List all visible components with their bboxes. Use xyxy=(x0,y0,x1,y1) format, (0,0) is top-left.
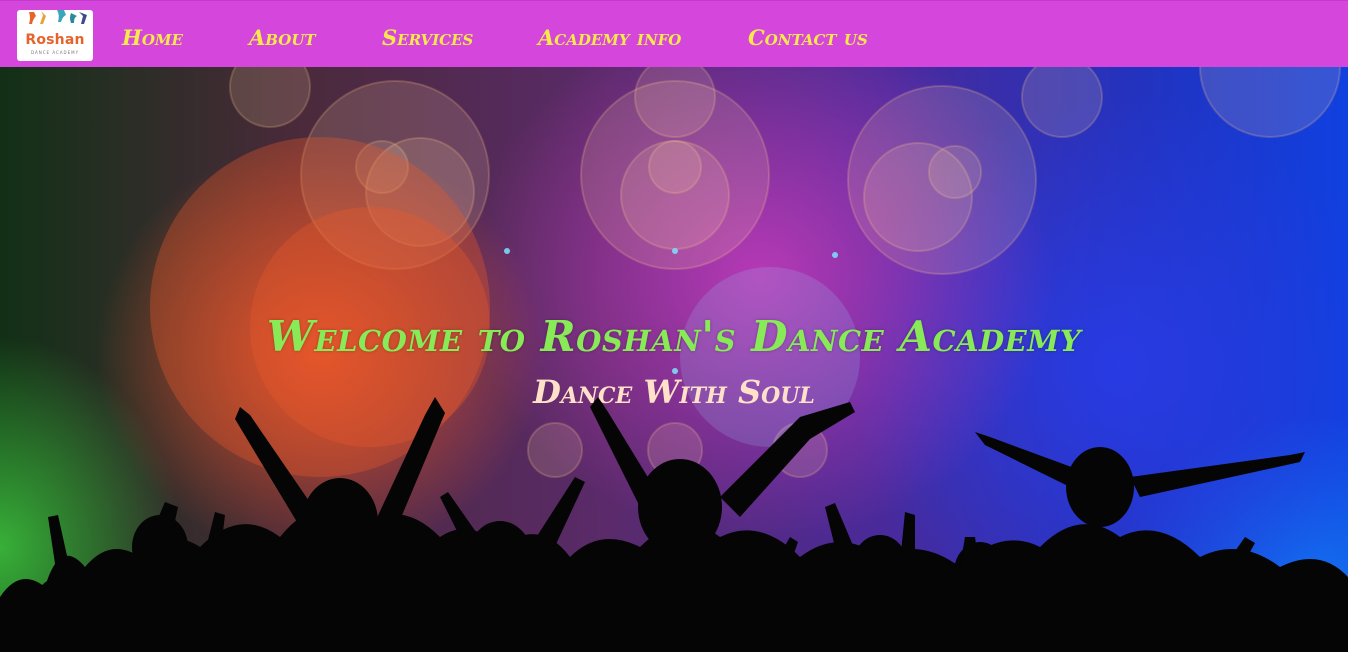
top-navbar: Roshan DANCE ACADEMY Home About Services… xyxy=(0,0,1348,67)
nav-home-link[interactable]: Home xyxy=(122,25,183,51)
nav-academy-info-link[interactable]: Academy info xyxy=(538,25,681,51)
academy-logo[interactable]: Roshan DANCE ACADEMY xyxy=(17,10,93,61)
page: Roshan DANCE ACADEMY Home About Services… xyxy=(0,0,1348,652)
nav-about-link[interactable]: About xyxy=(249,25,316,51)
hero-banner: Welcome to Roshan's Dance Academy Dance … xyxy=(0,67,1348,652)
nav-services-link[interactable]: Services xyxy=(382,25,473,51)
dancers-logo-icon xyxy=(29,10,87,24)
logo-subtitle: DANCE ACADEMY xyxy=(30,50,80,55)
nav-contact-us-link[interactable]: Contact us xyxy=(748,25,868,51)
logo-name: Roshan xyxy=(25,32,85,48)
dancing-crowd-silhouette xyxy=(0,397,1348,652)
